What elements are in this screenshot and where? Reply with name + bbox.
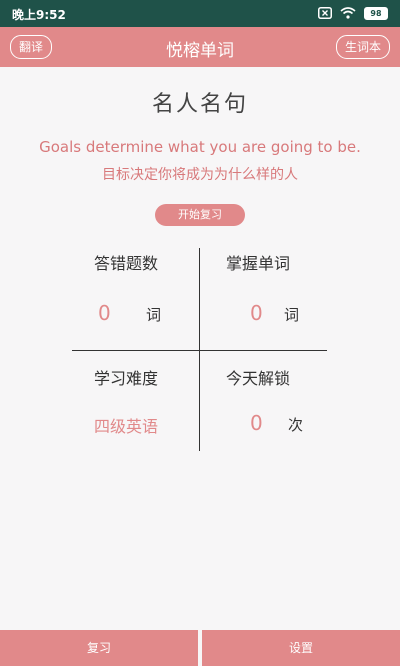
app-bar: 翻译 悦榕单词 生词本: [0, 27, 400, 67]
status-bar: 晚上9:52 98: [0, 0, 400, 27]
stat-wrong-value: 0: [98, 301, 111, 325]
vocabulary-book-button[interactable]: 生词本: [335, 35, 390, 59]
stat-mastered-value: 0: [250, 301, 263, 325]
quote-chinese: 目标决定你将成为为什么样的人: [102, 167, 298, 183]
stat-mastered-unit: 词: [284, 306, 300, 324]
quote-heading: 名人名句: [151, 92, 248, 117]
start-review-button[interactable]: 开始复习: [155, 204, 245, 226]
review-button[interactable]: 复习: [0, 630, 198, 666]
stat-unlock-label: 今天解锁: [226, 369, 291, 388]
battery-icon: 98: [364, 6, 388, 20]
status-icons: 98: [318, 6, 388, 20]
grid-divider-horizontal: [72, 350, 327, 351]
stat-difficulty-value[interactable]: 四级英语: [94, 413, 158, 437]
stat-difficulty-label: 学习难度: [94, 369, 159, 388]
status-time: 晚上9:52: [12, 8, 66, 22]
wifi-icon: [340, 7, 356, 19]
stat-wrong-unit: 词: [146, 306, 162, 324]
settings-button[interactable]: 设置: [202, 630, 400, 666]
stat-unlock-unit: 次: [288, 416, 304, 434]
notification-x-icon: [318, 7, 332, 19]
stat-wrong-label: 答错题数: [94, 254, 159, 273]
stat-mastered-label: 掌握单词: [226, 254, 291, 273]
quote-english: Goals determine what you are going to be…: [39, 138, 361, 156]
stat-unlock-value: 0: [250, 411, 263, 435]
